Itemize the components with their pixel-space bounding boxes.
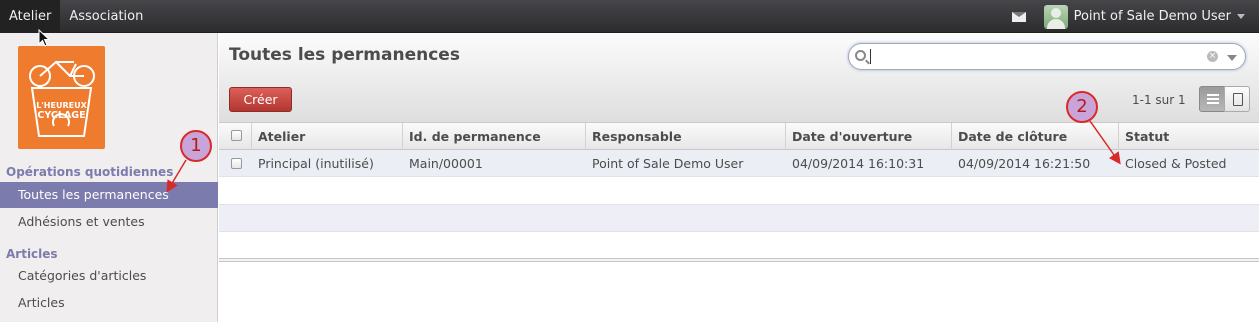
menu-atelier[interactable]: Atelier [0,0,61,33]
empty-row [219,205,1259,232]
cell-responsable: Point of Sale Demo User [592,156,744,171]
bicycle-cart-icon [29,60,95,137]
empty-row [219,232,1259,259]
sidebar-item-categories-articles[interactable]: Catégories d'articles [0,263,218,289]
mouse-pointer-icon [38,29,50,47]
sidebar: L'HEUREUX CYCLAGE Opérations quotidienne… [0,33,218,322]
column-atelier[interactable]: Atelier [251,123,401,150]
user-area: Point of Sale Demo User [1011,0,1245,33]
menu-association[interactable]: Association [60,0,152,33]
annotation-2: 2 [1066,91,1098,123]
row-checkbox[interactable] [231,158,242,169]
cell-statut: Closed & Posted [1125,156,1227,171]
create-button[interactable]: Créer [229,87,292,112]
column-date-ouverture[interactable]: Date d'ouverture [785,123,951,150]
text-cursor [870,49,871,64]
cell-date-ouverture: 04/09/2014 16:10:31 [792,156,925,171]
cell-id-permanence: Main/00001 [409,156,483,171]
user-name[interactable]: Point of Sale Demo User [1074,9,1231,24]
pager: 1-1 sur 1 [1132,93,1186,107]
clear-icon[interactable]: × [1207,51,1218,62]
select-all-checkbox[interactable] [231,130,242,141]
table-row[interactable]: Principal (inutilisé) Main/00001 Point o… [219,150,1259,177]
column-responsable[interactable]: Responsable [585,123,785,150]
column-date-cloture[interactable]: Date de clôture [951,123,1118,150]
table-footer [219,258,1259,262]
view-header: Toutes les permanences × Créer 1-1 sur 1 [219,33,1259,123]
list-view-button[interactable] [1199,86,1225,112]
section-title-articles: Articles [6,247,58,261]
top-bar: Atelier Association Point of Sale Demo U… [0,0,1259,33]
column-id-permanence[interactable]: Id. de permanence [402,123,585,150]
table-header: Atelier Id. de permanence Responsable Da… [219,123,1259,150]
section-title-operations: Opérations quotidiennes [6,165,174,179]
logo: L'HEUREUX CYCLAGE [18,46,105,149]
cell-atelier: Principal (inutilisé) [258,156,374,171]
sidebar-item-toutes-les-permanences[interactable]: Toutes les permanences [0,182,218,208]
logo-text-2: CYCLAGE [37,110,86,121]
chevron-down-icon[interactable] [1237,14,1245,19]
logo-text-1: L'HEUREUX [36,101,87,110]
cell-date-cloture: 04/09/2014 16:21:50 [958,156,1091,171]
top-menu: Atelier Association [0,0,152,33]
column-statut[interactable]: Statut [1118,123,1259,150]
search-input[interactable]: × [848,43,1246,70]
search-options-icon[interactable] [1227,55,1237,61]
search-icon [855,50,866,61]
sidebar-item-articles[interactable]: Articles [0,290,218,316]
envelope-icon[interactable] [1011,11,1026,22]
empty-row [219,178,1259,205]
form-view-button[interactable] [1224,86,1250,112]
page-title: Toutes les permanences [229,45,460,65]
avatar[interactable] [1043,4,1068,29]
sidebar-item-adhesions-et-ventes[interactable]: Adhésions et ventes [0,209,218,235]
annotation-1: 1 [180,130,212,162]
